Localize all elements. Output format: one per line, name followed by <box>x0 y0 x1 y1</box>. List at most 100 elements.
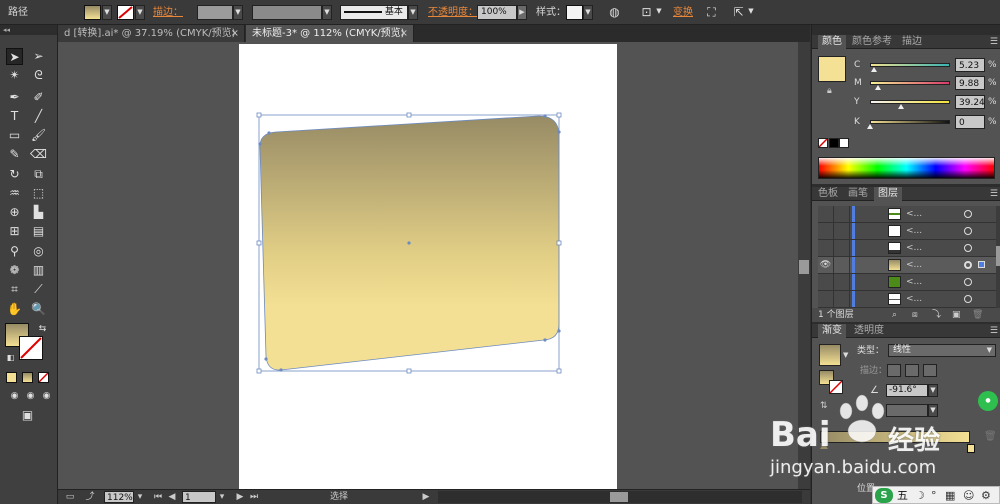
stroke-dropdown-arrow[interactable]: ▼ <box>135 5 145 20</box>
layer-row-selected[interactable]: 👁︎ <... <box>818 257 996 274</box>
lasso-tool-icon[interactable]: ᘓ <box>30 67 47 84</box>
stroke-along-button[interactable] <box>905 364 919 377</box>
anchor-point[interactable] <box>258 142 262 146</box>
warp-tool-icon[interactable]: ♒ <box>6 185 23 202</box>
perspective-grid-tool-icon[interactable]: ▙ <box>30 204 47 221</box>
trash-icon[interactable]: 🗑︎ <box>972 308 983 322</box>
transform-options-icon[interactable]: ⇱ <box>730 4 747 21</box>
selection-tool-icon[interactable]: ➤ <box>6 48 23 65</box>
tab-stroke[interactable]: 描边 <box>898 35 926 49</box>
white-color-button[interactable] <box>839 138 849 148</box>
slider-thumb[interactable] <box>871 67 877 72</box>
stroke-swatch[interactable] <box>117 5 134 20</box>
punctuation-icon[interactable]: ° <box>931 488 937 503</box>
target-icon[interactable] <box>964 295 972 303</box>
target-icon[interactable] <box>964 227 972 235</box>
column-graph-tool-icon[interactable]: ▥ <box>30 262 47 279</box>
slice-tool-icon[interactable]: ⟋ <box>30 281 47 298</box>
angle-dropdown-arrow[interactable]: ▼ <box>928 384 938 397</box>
lock-toggle[interactable] <box>834 274 850 290</box>
previous-artboard-icon[interactable]: ◀ <box>166 491 178 503</box>
ime-mode-label[interactable]: 五 <box>897 488 908 503</box>
layer-row[interactable]: <... <box>818 274 996 291</box>
default-fill-stroke-icon[interactable]: ◧ <box>2 349 19 366</box>
first-artboard-icon[interactable]: ⏮ <box>152 491 164 503</box>
new-sublayer-icon[interactable]: ⤵ <box>932 308 941 322</box>
graphic-style-arrow[interactable]: ▼ <box>583 5 593 20</box>
artboard-number-field[interactable]: 1 <box>182 491 216 503</box>
variable-width-dropdown[interactable] <box>252 5 322 20</box>
reverse-gradient-icon[interactable]: ⇅ <box>820 401 828 411</box>
layer-row[interactable]: <... <box>818 291 996 308</box>
target-icon[interactable] <box>964 244 972 252</box>
stroke-gradient-swatch[interactable] <box>829 380 843 394</box>
stroke-weight-arrow[interactable]: ▼ <box>233 5 243 20</box>
panel-menu-icon[interactable]: ☰ <box>990 324 998 338</box>
type-tool-icon[interactable]: T <box>6 108 23 125</box>
mesh-tool-icon[interactable]: ⊞ <box>6 223 23 240</box>
handle-bottom-right[interactable] <box>556 368 562 374</box>
tab-document-2[interactable]: 未标题-3* @ 112% (CMYK/预览) × <box>246 25 414 42</box>
close-icon[interactable]: × <box>400 25 408 42</box>
zoom-dropdown-arrow[interactable]: ▾ <box>134 491 146 503</box>
artboard-dropdown-arrow[interactable]: ▾ <box>216 491 228 503</box>
anchor-point[interactable] <box>264 357 268 361</box>
color-mode-button[interactable] <box>6 372 17 383</box>
slider-thumb[interactable] <box>898 104 905 109</box>
visibility-toggle[interactable] <box>818 206 834 222</box>
aspect-ratio-arrow[interactable]: ▼ <box>928 404 938 417</box>
target-icon[interactable] <box>964 210 972 218</box>
tab-gradient[interactable]: 渐变 <box>818 324 846 338</box>
zoom-field[interactable]: 112% <box>104 491 134 503</box>
layers-scroll-thumb[interactable] <box>996 246 1000 266</box>
tab-color-guide[interactable]: 颜色参考 <box>848 35 896 49</box>
anchor-point[interactable] <box>557 130 561 134</box>
hand-tool-icon[interactable]: ✋ <box>6 301 23 318</box>
handle-middle-left[interactable] <box>256 240 262 246</box>
yellow-slider[interactable] <box>870 100 950 104</box>
opacity-arrow[interactable]: ▶ <box>517 5 527 20</box>
tab-swatches[interactable]: 色板 <box>814 187 842 201</box>
open-in-bridge-icon[interactable]: ▭ <box>64 491 76 503</box>
fill-swatch[interactable] <box>84 5 101 20</box>
slider-thumb[interactable] <box>875 85 881 90</box>
lock-toggle[interactable] <box>834 257 850 273</box>
tab-transparency[interactable]: 透明度 <box>850 324 888 338</box>
rectangle-tool-icon[interactable]: ▭ <box>6 127 23 144</box>
handle-top-right[interactable] <box>556 112 562 118</box>
share-icon[interactable]: ⤴ <box>84 491 96 503</box>
draw-normal-icon[interactable]: ◉ <box>6 388 23 405</box>
scale-tool-icon[interactable]: ⧉ <box>30 166 47 183</box>
visibility-toggle[interactable] <box>818 291 834 307</box>
line-tool-icon[interactable]: ╱ <box>30 108 47 125</box>
panel-dock-grip[interactable] <box>812 25 1000 35</box>
assistant-badge[interactable]: ● <box>978 391 998 411</box>
magenta-slider[interactable] <box>870 81 950 85</box>
canvas[interactable] <box>58 42 810 490</box>
user-icon[interactable]: ☺ <box>963 488 974 503</box>
anchor-point[interactable] <box>543 338 547 342</box>
brush-style-dropdown[interactable]: 基本 <box>340 5 408 20</box>
isolate-icon[interactable]: ⛶ <box>703 4 720 21</box>
draw-inside-icon[interactable]: ◉ <box>38 388 55 405</box>
delete-stop-icon[interactable]: 🗑︎ <box>984 431 997 442</box>
anchor-point[interactable] <box>279 368 283 372</box>
recolor-icon[interactable]: ◍ <box>606 4 623 21</box>
gradient-preview-swatch[interactable] <box>819 344 841 366</box>
handle-top-left[interactable] <box>256 112 262 118</box>
black-color-button[interactable] <box>829 138 839 148</box>
new-layer-icon[interactable]: ▣ <box>952 308 961 322</box>
opacity-field[interactable]: 100% <box>477 5 517 20</box>
horizontal-scrollbar[interactable] <box>438 491 802 503</box>
gradient-preset-arrow[interactable]: ▼ <box>843 351 848 359</box>
lock-toggle[interactable] <box>834 206 850 222</box>
shape-builder-tool-icon[interactable]: ⊕ <box>6 204 23 221</box>
layer-row[interactable]: <... <box>818 240 996 257</box>
handle-bottom-left[interactable] <box>256 368 262 374</box>
none-color-button[interactable] <box>818 138 828 148</box>
artwork[interactable] <box>239 44 617 490</box>
rotate-tool-icon[interactable]: ↻ <box>6 166 23 183</box>
direct-selection-tool-icon[interactable]: ➢ <box>30 48 47 65</box>
artboard[interactable] <box>239 44 617 490</box>
black-slider[interactable] <box>870 120 950 124</box>
